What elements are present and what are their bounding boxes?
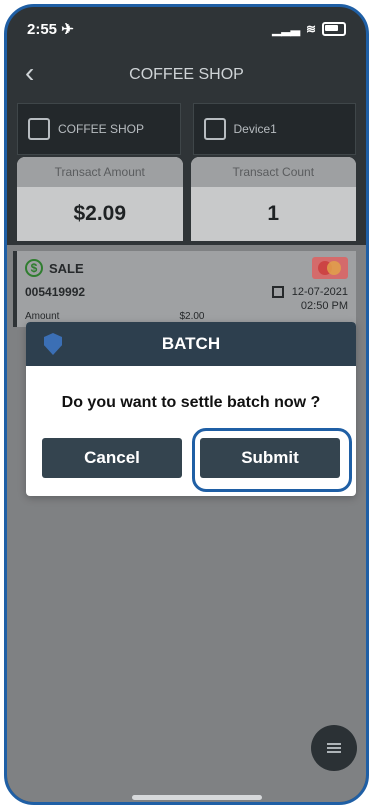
status-time: 2:55 ✈: [27, 21, 74, 38]
menu-button[interactable]: [311, 725, 357, 771]
wifi-icon: ≋: [305, 22, 316, 36]
signal-icon: ▁▂▃: [272, 22, 300, 36]
menu-icon: [327, 743, 341, 753]
dialog-title: BATCH: [161, 334, 221, 353]
store-selector[interactable]: COFFEE SHOP: [17, 103, 181, 155]
transaction-time: 02:50 PM: [300, 300, 348, 312]
chevron-left-icon[interactable]: ‹: [25, 57, 34, 89]
batch-dialog: BATCH Do you want to settle batch now ? …: [26, 322, 356, 496]
transact-count-card: Transact Count 1: [190, 157, 356, 241]
transact-amount-value: $2.09: [73, 202, 127, 225]
transact-amount-card: Transact Amount $2.09: [17, 157, 183, 241]
selector-row: COFFEE SHOP Device1: [17, 103, 356, 155]
device-icon: [203, 118, 226, 140]
dialog-actions: Cancel Submit: [42, 438, 340, 478]
transact-count-label: Transact Count: [190, 157, 356, 187]
stats-row: Transact Amount $2.09 Transact Count 1: [17, 157, 356, 241]
submit-button[interactable]: Submit: [200, 438, 340, 478]
shield-icon: [44, 333, 62, 355]
store-icon: [28, 118, 50, 140]
home-indicator: [132, 795, 262, 800]
page-title: COFFEE SHOP: [129, 66, 244, 83]
transaction-type: SALE: [49, 260, 84, 276]
store-selector-label: COFFEE SHOP: [58, 122, 145, 136]
transaction-date: 12-07-2021: [291, 286, 348, 298]
mastercard-icon: [312, 257, 348, 279]
transaction-id: 005419992: [25, 285, 86, 299]
calendar-icon: [271, 286, 284, 298]
dialog-message: Do you want to settle batch now ?: [61, 394, 321, 411]
device-selector[interactable]: Device1: [192, 103, 356, 155]
transaction-card[interactable]: $ SALE 005419992 12-07-2021 02:50 PM Amo…: [13, 251, 356, 327]
app-header: ‹ COFFEE SHOP: [7, 51, 366, 99]
dialog-header: BATCH: [26, 322, 356, 366]
transact-count-value: 1: [267, 202, 280, 225]
amount-label: Amount: [25, 311, 60, 322]
transact-amount-label: Transact Amount: [17, 157, 183, 187]
transaction-amount: $2.00: [179, 311, 205, 322]
status-indicators: ▁▂▃ ≋: [272, 22, 346, 36]
status-bar: 2:55 ✈ ▁▂▃ ≋: [7, 7, 366, 51]
cancel-button[interactable]: Cancel: [42, 438, 182, 478]
dollar-icon: $: [25, 259, 43, 277]
device-selector-label: Device1: [233, 122, 277, 136]
battery-icon: [322, 22, 346, 36]
